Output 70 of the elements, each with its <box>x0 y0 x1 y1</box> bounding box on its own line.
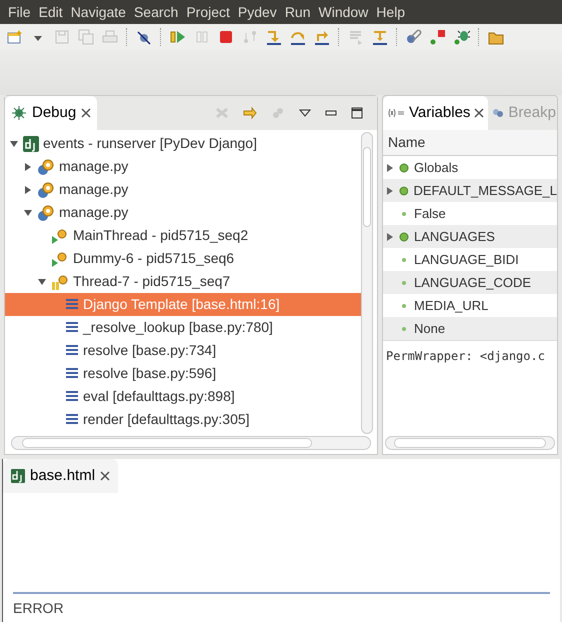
collapsed-arrow-icon[interactable] <box>23 184 33 194</box>
variable-row[interactable]: DEFAULT_MESSAGE_L <box>383 179 557 202</box>
variable-row[interactable]: LANGUAGES <box>383 225 557 248</box>
collapsed-arrow-icon[interactable] <box>386 162 394 172</box>
expanded-arrow-icon[interactable] <box>9 138 19 148</box>
paperclip-icon[interactable] <box>406 29 422 45</box>
object-dot-icon <box>399 232 409 242</box>
close-icon[interactable] <box>81 108 92 118</box>
breakpoint-icon <box>492 108 504 118</box>
menu-item[interactable]: Search <box>130 2 182 22</box>
details-text: PermWrapper: <django.c <box>386 349 545 363</box>
tree-row[interactable]: Thread-7 - pid5715_seq7 <box>5 270 361 293</box>
collapsed-arrow-icon[interactable] <box>386 186 394 196</box>
menu-item[interactable]: Help <box>372 2 410 22</box>
bug-icon <box>11 105 27 121</box>
django-icon <box>11 469 25 483</box>
object-dot-icon <box>399 162 409 172</box>
vertical-scrollbar[interactable] <box>361 132 373 434</box>
suspended-thread-icon <box>51 274 69 290</box>
collapsed-arrow-icon[interactable] <box>23 162 33 172</box>
collapsed-arrow-icon[interactable] <box>386 232 394 242</box>
tree-row[interactable]: events - runserver [PyDev Django] <box>5 132 361 155</box>
variable-icon <box>387 108 405 118</box>
tree-row[interactable]: manage.py <box>5 178 361 201</box>
horizontal-scrollbar[interactable] <box>11 436 371 450</box>
step-into-icon[interactable] <box>266 29 282 45</box>
menu-item[interactable]: Project <box>182 2 234 22</box>
server-stop-icon[interactable] <box>430 29 446 45</box>
menu-item[interactable]: Run <box>280 2 314 22</box>
status-text: ERROR <box>13 598 64 618</box>
tree-row[interactable]: manage.py <box>5 201 361 224</box>
tree-row[interactable]: render [defaulttags.py:305] <box>5 408 361 431</box>
menu-item[interactable]: Edit <box>34 2 67 22</box>
menu-item[interactable]: Navigate <box>66 2 130 22</box>
tree-row[interactable]: eval [defaulttags.py:898] <box>5 385 361 408</box>
running-thread-icon <box>51 250 69 266</box>
running-thread-icon <box>51 228 69 244</box>
step-over-icon[interactable] <box>290 29 306 45</box>
menu-item[interactable]: Window <box>314 2 372 22</box>
new-file-icon[interactable] <box>6 29 22 45</box>
arrow-right-icon[interactable] <box>243 106 257 120</box>
terminate-icon[interactable] <box>218 29 234 45</box>
view-menu-icon[interactable] <box>299 108 311 118</box>
expanded-arrow-icon[interactable] <box>23 208 33 218</box>
close-icon[interactable] <box>474 108 484 118</box>
bug-icon[interactable] <box>454 29 470 45</box>
resume-icon[interactable] <box>170 29 186 45</box>
minimize-icon[interactable] <box>325 108 337 118</box>
variable-row[interactable]: None <box>383 317 557 340</box>
expanded-arrow-icon[interactable] <box>37 276 47 286</box>
tree-row[interactable]: manage.py <box>5 155 361 178</box>
horizontal-scrollbar[interactable] <box>385 436 555 450</box>
tree-row[interactable]: _resolve_lookup [base.py:780] <box>5 316 361 339</box>
variable-row[interactable]: LANGUAGE_CODE <box>383 271 557 294</box>
menu-item[interactable]: Pydev <box>234 2 281 22</box>
django-icon <box>23 136 39 152</box>
menu-item[interactable]: File <box>4 2 35 22</box>
skip-breakpoints-icon[interactable] <box>136 29 152 45</box>
tree-row[interactable]: MainThread - pid5715_seq2 <box>5 224 361 247</box>
object-dot-icon <box>398 186 408 196</box>
tree-row[interactable]: Dummy-6 - pid5715_seq6 <box>5 247 361 270</box>
close-icon[interactable] <box>100 471 110 481</box>
step-filter-icon[interactable] <box>372 29 388 45</box>
step-return-icon[interactable] <box>314 29 330 45</box>
tree-row[interactable]: resolve [base.py:734] <box>5 339 361 362</box>
debug-tab[interactable]: Debug <box>5 96 98 130</box>
maximize-icon[interactable] <box>351 107 363 119</box>
tree-row[interactable]: resolve [base.py:596] <box>5 362 361 385</box>
editor-tab[interactable]: base.html <box>3 459 118 493</box>
variables-tab[interactable]: Variables <box>383 96 488 130</box>
